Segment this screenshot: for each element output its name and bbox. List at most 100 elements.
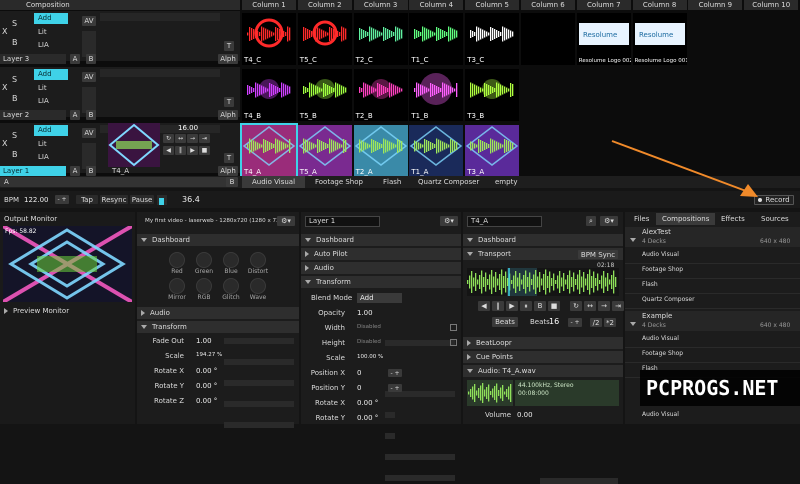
layer-b-deck-button[interactable]: B <box>86 54 96 64</box>
comp-transform-header[interactable]: Transform <box>137 321 299 333</box>
param-checkbox[interactable] <box>450 339 457 346</box>
layer-b-button[interactable]: B <box>12 94 18 103</box>
layer-transform-header[interactable]: Transform <box>301 276 461 288</box>
once-icon[interactable]: ⇥ <box>612 301 624 311</box>
column-header[interactable]: Column 6 <box>521 0 575 10</box>
layer-name[interactable]: Layer 1 <box>0 166 66 176</box>
browser-tab[interactable]: Sources <box>755 213 795 225</box>
comp-param-value[interactable]: 0.00 ° <box>196 367 217 375</box>
column-header[interactable]: Column 3 <box>353 0 408 10</box>
lia-label[interactable]: LIA <box>38 153 49 161</box>
composition-gear-button[interactable]: ⚙▾ <box>277 216 295 226</box>
clip-thumbnail[interactable]: T4_A <box>240 123 298 179</box>
beats-value[interactable]: 16 <box>549 317 559 326</box>
clip-thumbnail[interactable]: T1_C <box>409 13 464 65</box>
layer-param-slider[interactable] <box>385 433 395 439</box>
layer-param-slider[interactable] <box>385 454 455 460</box>
beats-stepper[interactable]: - + <box>568 318 582 327</box>
layer-param-value[interactable]: Disabled <box>357 324 381 330</box>
deck-list-item[interactable]: Footage Shop <box>642 350 683 357</box>
comp-param-slider[interactable] <box>224 380 294 386</box>
knob-red[interactable] <box>169 252 185 268</box>
beats-mode-button[interactable]: Beats <box>492 317 518 327</box>
blend-select[interactable]: Add <box>34 125 68 136</box>
comp-param-slider[interactable] <box>224 338 294 344</box>
layer-b-button[interactable]: B <box>12 38 18 47</box>
deck-list-item[interactable]: Quartz Composer <box>642 296 695 303</box>
knob-blue[interactable] <box>223 252 239 268</box>
bpm-decrement-button[interactable]: - + <box>55 195 69 204</box>
param-stepper[interactable]: - + <box>388 369 402 377</box>
deck-tab[interactable]: Flash <box>373 176 411 188</box>
clip-thumbnail[interactable]: T3_B <box>465 69 520 121</box>
bounce-icon[interactable]: ↔ <box>584 301 596 311</box>
alpha-button[interactable]: Alph <box>218 54 238 64</box>
comp-param-value[interactable]: 1.00 <box>196 337 212 345</box>
av-button[interactable]: AV <box>82 16 96 26</box>
audio-file-header[interactable]: Audio: T4_A.wav <box>463 365 623 377</box>
beatloopr-header[interactable]: BeatLoopr <box>463 337 623 349</box>
layer-param-value[interactable]: 100.00 % <box>357 354 383 360</box>
layer-param-value[interactable]: 0.00 ° <box>357 414 378 422</box>
next-icon[interactable]: → <box>187 134 198 143</box>
comp-param-slider[interactable] <box>224 422 294 428</box>
browser-tab[interactable]: Effects <box>715 213 751 225</box>
column-header[interactable]: Column 10 <box>744 0 799 10</box>
comp-param-slider[interactable] <box>224 401 294 407</box>
deck-b-button[interactable]: B <box>226 177 238 187</box>
param-stepper[interactable]: - + <box>388 384 402 392</box>
clip-thumbnail[interactable]: T2_A <box>353 125 408 177</box>
clip-thumbnail[interactable]: T1_A <box>409 125 464 177</box>
layer-param-value[interactable]: 0 <box>357 384 361 392</box>
nudge-slider[interactable] <box>157 195 167 205</box>
layer-a-button[interactable]: A <box>70 54 80 64</box>
clip-thumbnail[interactable]: T3_C <box>465 13 520 65</box>
column-header[interactable]: Column 8 <box>632 0 687 10</box>
direction-b-icon[interactable]: B <box>534 301 546 311</box>
bpm-value[interactable]: 122.00 <box>24 196 49 204</box>
beats-double-button[interactable]: *2 <box>604 318 616 327</box>
stop-icon[interactable]: ■ <box>548 301 560 311</box>
knob-rgb[interactable] <box>196 278 212 294</box>
layer-s-button[interactable]: S <box>12 75 17 84</box>
clip-thumbnail[interactable]: T5_B <box>297 69 352 121</box>
layer-t-button[interactable]: T <box>224 153 234 163</box>
layer-x-button[interactable]: X <box>2 139 7 148</box>
bpm-sync-select[interactable]: BPM Sync <box>578 250 618 259</box>
av-button[interactable]: AV <box>82 128 96 138</box>
clip-thumbnail[interactable]: Resolume Resolume Logo 002 <box>576 13 631 65</box>
layer-name[interactable]: Layer 3 <box>0 54 66 64</box>
layer-autopilot-header[interactable]: Auto Pilot <box>301 248 461 260</box>
layer-audio-header[interactable]: Audio <box>301 262 461 274</box>
layer-param-slider[interactable] <box>385 475 455 481</box>
layer-param-slider[interactable] <box>385 412 395 418</box>
stop-icon[interactable]: ■ <box>199 146 210 155</box>
layer-a-button[interactable]: A <box>70 166 80 176</box>
deck-list-item[interactable]: Footage Shop <box>642 266 683 273</box>
layer-param-value[interactable]: 0 <box>357 369 361 377</box>
lit-label[interactable]: Lit <box>38 84 47 92</box>
layer-opacity-slider[interactable] <box>100 13 220 21</box>
clip-thumbnail[interactable] <box>521 13 575 65</box>
clip-thumbnail[interactable]: T4_C <box>242 13 296 65</box>
layer-t-button[interactable]: T <box>224 41 234 51</box>
blend-mode-select[interactable]: Add <box>357 293 402 303</box>
pause-icon[interactable]: ‖ <box>175 146 186 155</box>
layer-b-deck-button[interactable]: B <box>86 110 96 120</box>
volume-slider[interactable] <box>540 478 618 484</box>
knob-distort[interactable] <box>250 252 266 268</box>
deck-list-item[interactable]: Audio Visual <box>642 411 679 418</box>
layer-param-value[interactable]: 1.00 <box>357 309 373 317</box>
clip-waveform[interactable] <box>467 268 619 296</box>
knob-glitch[interactable] <box>223 278 239 294</box>
deck-tab[interactable]: Footage Shop <box>305 176 373 188</box>
speed-value[interactable]: 16.00 <box>178 124 198 132</box>
column-header[interactable]: Column 9 <box>688 0 743 10</box>
deck-tab[interactable]: Audio Visual <box>242 176 306 188</box>
comp-param-value[interactable]: 194.27 % <box>196 352 222 358</box>
layer-opacity-slider[interactable] <box>100 69 220 77</box>
comp-param-value[interactable]: 0.00 ° <box>196 397 217 405</box>
browser-tab[interactable]: Files <box>628 213 655 225</box>
blend-select[interactable]: Add <box>34 13 68 24</box>
comp-dashboard-header[interactable]: Dashboard <box>137 234 299 246</box>
